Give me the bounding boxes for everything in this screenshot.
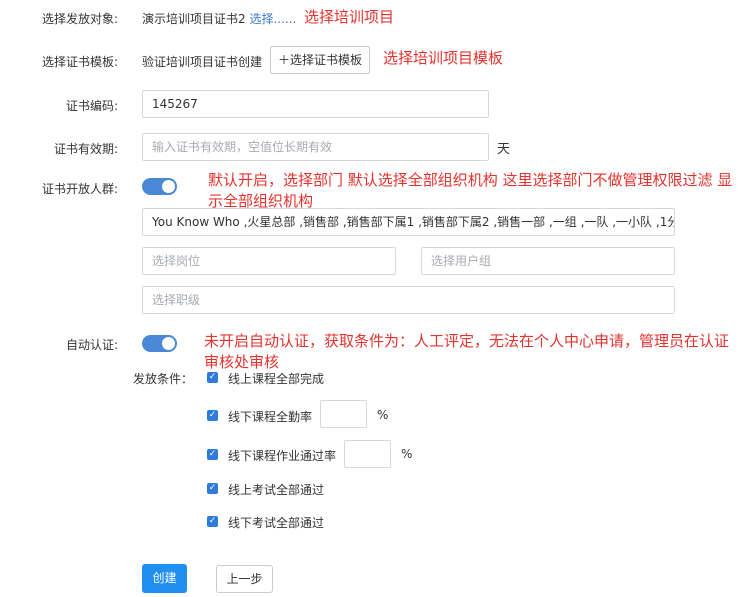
audience-label: 证书开放人群: [41,182,118,196]
condition-label: 线下考试全部通过 [228,516,325,530]
template-note: 选择培训项目模板 [383,49,504,67]
condition-checkbox-offline-homework[interactable]: ✓ [207,449,218,460]
validity-label: 证书有效期: [53,142,118,156]
homework-rate-input[interactable] [344,440,391,468]
audience-note: 默认开启，选择部门 默认选择全部组织机构 这里选择部门不做管理权限过滤 显示全部… [208,171,733,210]
audience-toggle-knob [162,180,175,193]
condition-checkbox-offline-exam[interactable]: ✓ [207,516,218,527]
target-project-name: 演示培训项目证书2 [142,12,246,26]
auto-toggle-knob [162,337,175,350]
auto-toggle[interactable] [142,335,177,352]
condition-label: 线下课程全勤率 [228,410,313,424]
level-placeholder: 选择职级 [152,293,201,307]
select-target-link[interactable]: 选择...... [249,12,296,26]
validity-input[interactable]: 输入证书有效期，空值位长期有效 [142,133,489,161]
validity-placeholder: 输入证书有效期，空值位长期有效 [152,140,333,154]
condition-label: 线下课程作业通过率 [228,449,337,463]
auto-label: 自动认证: [65,338,118,352]
condition-checkbox-online-exam[interactable]: ✓ [207,483,218,494]
attendance-rate-input[interactable] [320,400,367,428]
attendance-unit: % [377,408,389,422]
conditions-label: 发放条件： [133,372,194,386]
target-value: 演示培训项目证书2 选择...... [142,10,296,27]
create-button[interactable]: 创建 [142,564,187,593]
condition-checkbox-offline-attendance[interactable]: ✓ [207,410,218,421]
level-select[interactable]: 选择职级 [142,286,675,314]
position-placeholder: 选择岗位 [152,254,201,268]
target-note: 选择培训项目 [304,8,395,26]
user-group-placeholder: 选择用户组 [431,254,492,268]
condition-checkbox-online-course[interactable]: ✓ [207,372,218,383]
validity-unit: 天 [497,142,511,157]
department-select[interactable]: You Know Who ,火星总部 ,销售部 ,销售部下属1 ,销售部下属2 … [142,208,675,236]
auto-note: 未开启自动认证，获取条件为：人工评定，无法在个人中心申请，管理员在认证审核处审核 [204,332,730,371]
select-template-button[interactable]: ＋选择证书模板 [270,46,371,74]
condition-label: 线上考试全部通过 [228,483,325,497]
template-value: 验证培训项目证书创建 [142,55,263,69]
audience-toggle[interactable] [142,178,177,195]
homework-unit: % [401,447,413,461]
user-group-select[interactable]: 选择用户组 [421,247,675,275]
back-button[interactable]: 上一步 [216,565,273,593]
certificate-code-input[interactable]: 145267 [142,90,489,118]
code-label: 证书编码: [65,99,118,113]
target-label: 选择发放对象: [41,12,118,26]
template-label: 选择证书模板: [41,55,118,69]
condition-label: 线上课程全部完成 [228,372,325,386]
position-select[interactable]: 选择岗位 [142,247,396,275]
